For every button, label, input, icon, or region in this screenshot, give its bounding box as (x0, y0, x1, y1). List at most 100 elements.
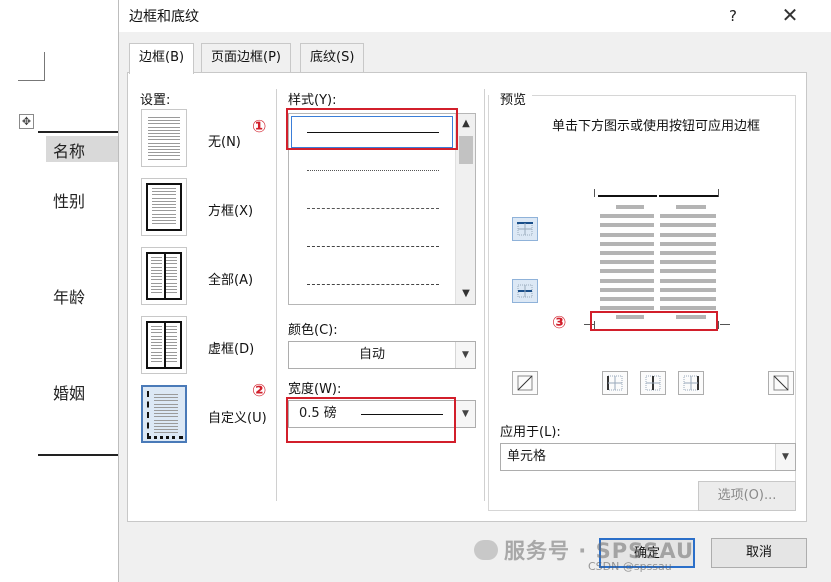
annotation-box-3 (590, 311, 718, 331)
line-style-dash[interactable] (307, 246, 439, 247)
table-cell-marriage[interactable]: 婚姻 (53, 380, 85, 404)
icon-stripe (154, 397, 178, 399)
preview-text-bar (660, 223, 716, 228)
scroll-down-icon[interactable]: ▼ (456, 284, 475, 304)
color-select[interactable]: 自动 ▼ (288, 341, 476, 369)
icon-stripe (151, 266, 163, 268)
border-top-icon (517, 222, 533, 236)
setting-none-icon[interactable] (141, 109, 187, 167)
dialog-titlebar: 边框和底纹 ? ✕ (119, 0, 831, 32)
icon-stripe (165, 345, 177, 347)
icon-stripe (165, 335, 177, 337)
setting-grid-label[interactable]: 虚框(D) (208, 338, 254, 357)
setting-all-icon[interactable] (141, 247, 187, 305)
icon-stripe (165, 257, 177, 258)
preview-text-bar (660, 269, 716, 274)
diagonal-down-button[interactable] (768, 371, 794, 395)
table-cell-gender[interactable]: 性别 (53, 188, 85, 212)
icon-stripe (165, 269, 177, 271)
icon-stripe (154, 410, 178, 411)
chevron-down-icon[interactable]: ▼ (775, 444, 795, 470)
preview-text-bar (600, 223, 654, 228)
line-style-dotted[interactable] (307, 170, 439, 171)
scroll-up-icon[interactable]: ▲ (456, 114, 475, 134)
icon-stripe (165, 332, 177, 334)
column-divider (484, 89, 485, 501)
help-button[interactable]: ? (719, 4, 747, 28)
options-button[interactable]: 选项(O)... (698, 481, 796, 511)
icon-stripe (151, 200, 177, 202)
icon-stripe (151, 220, 177, 221)
preview-text-bar (600, 232, 654, 237)
icon-stripe (151, 213, 177, 215)
icon-stripe (151, 292, 163, 294)
icon-stripe (154, 432, 178, 434)
color-label: 颜色(C): (288, 323, 338, 338)
icon-stripe (151, 348, 163, 350)
icon-stripe (154, 419, 178, 421)
icon-stripe (151, 351, 163, 353)
annotation-number-2: ② (252, 381, 267, 401)
apply-to-value: 单元格 (507, 449, 547, 464)
line-style-dash-dot[interactable] (307, 284, 439, 285)
table-cell-name[interactable]: 名称 (53, 138, 85, 162)
tab-shading[interactable]: 底纹(S) (300, 43, 365, 73)
left-border-button[interactable] (602, 371, 628, 395)
top-border-button[interactable] (512, 217, 538, 241)
preview-text-bar (660, 232, 716, 237)
icon-stripe (154, 400, 178, 402)
preview-text-bar (660, 251, 716, 255)
icon-stripe (147, 117, 181, 118)
diagonal-up-button[interactable] (512, 371, 538, 395)
preview-text-bar (660, 241, 716, 246)
preview-text-bar (660, 297, 716, 301)
icon-stripe (151, 361, 163, 363)
icon-divider (164, 254, 166, 298)
icon-stripe (151, 204, 177, 205)
preview-text-bar (660, 306, 716, 311)
inside-horizontal-button[interactable] (512, 279, 538, 303)
chevron-down-icon[interactable]: ▼ (455, 342, 475, 368)
line-style-fine-dash[interactable] (307, 208, 439, 209)
table-move-icon[interactable]: ✥ (19, 114, 34, 129)
icon-stripe (165, 351, 177, 353)
page-corner-mark (44, 52, 45, 80)
apply-to-select[interactable]: 单元格 ▼ (500, 443, 796, 471)
chevron-down-icon[interactable]: ▼ (455, 401, 475, 427)
icon-stripe (151, 210, 177, 212)
setting-none-label[interactable]: 无(N) (208, 131, 241, 150)
icon-stripe (151, 279, 163, 281)
color-value: 自动 (358, 347, 385, 362)
preview-label: 预览 (500, 93, 527, 108)
tab-borders[interactable]: 边框(B) (129, 43, 195, 74)
table-cell-age[interactable]: 年龄 (53, 284, 85, 308)
icon-stripe (165, 289, 177, 290)
icon-stripe (165, 273, 177, 274)
tab-page-border[interactable]: 页面边框(P) (201, 43, 291, 73)
style-list-scrollbar[interactable]: ▲ ▼ (455, 114, 475, 304)
preview-text-bar (600, 306, 654, 311)
scroll-thumb[interactable] (459, 136, 473, 164)
icon-stripe (151, 216, 177, 218)
inside-vertical-button[interactable] (640, 371, 666, 395)
cancel-button[interactable]: 取消 (711, 538, 807, 568)
dialog-title: 边框和底纹 (129, 9, 199, 25)
setting-custom-label[interactable]: 自定义(U) (208, 407, 267, 426)
setting-box-label[interactable]: 方框(X) (208, 200, 253, 219)
setting-grid-icon[interactable] (141, 316, 187, 374)
setting-custom-icon[interactable] (141, 385, 187, 443)
icon-stripe (151, 223, 177, 225)
icon-stripe (147, 129, 181, 131)
setting-box-icon[interactable] (141, 178, 187, 236)
right-border-button[interactable] (678, 371, 704, 395)
icon-stripe (151, 326, 163, 327)
setting-all-label[interactable]: 全部(A) (208, 269, 253, 288)
close-button[interactable]: ✕ (775, 2, 805, 28)
preview-corner-mark (718, 321, 719, 329)
preview-text-bar (600, 278, 654, 283)
preview-corner-mark (720, 324, 730, 325)
preview-text-bar (660, 287, 716, 292)
annotation-number-3: ③ (552, 313, 567, 333)
icon-stripe (154, 406, 178, 408)
icon-stripe (151, 345, 163, 347)
